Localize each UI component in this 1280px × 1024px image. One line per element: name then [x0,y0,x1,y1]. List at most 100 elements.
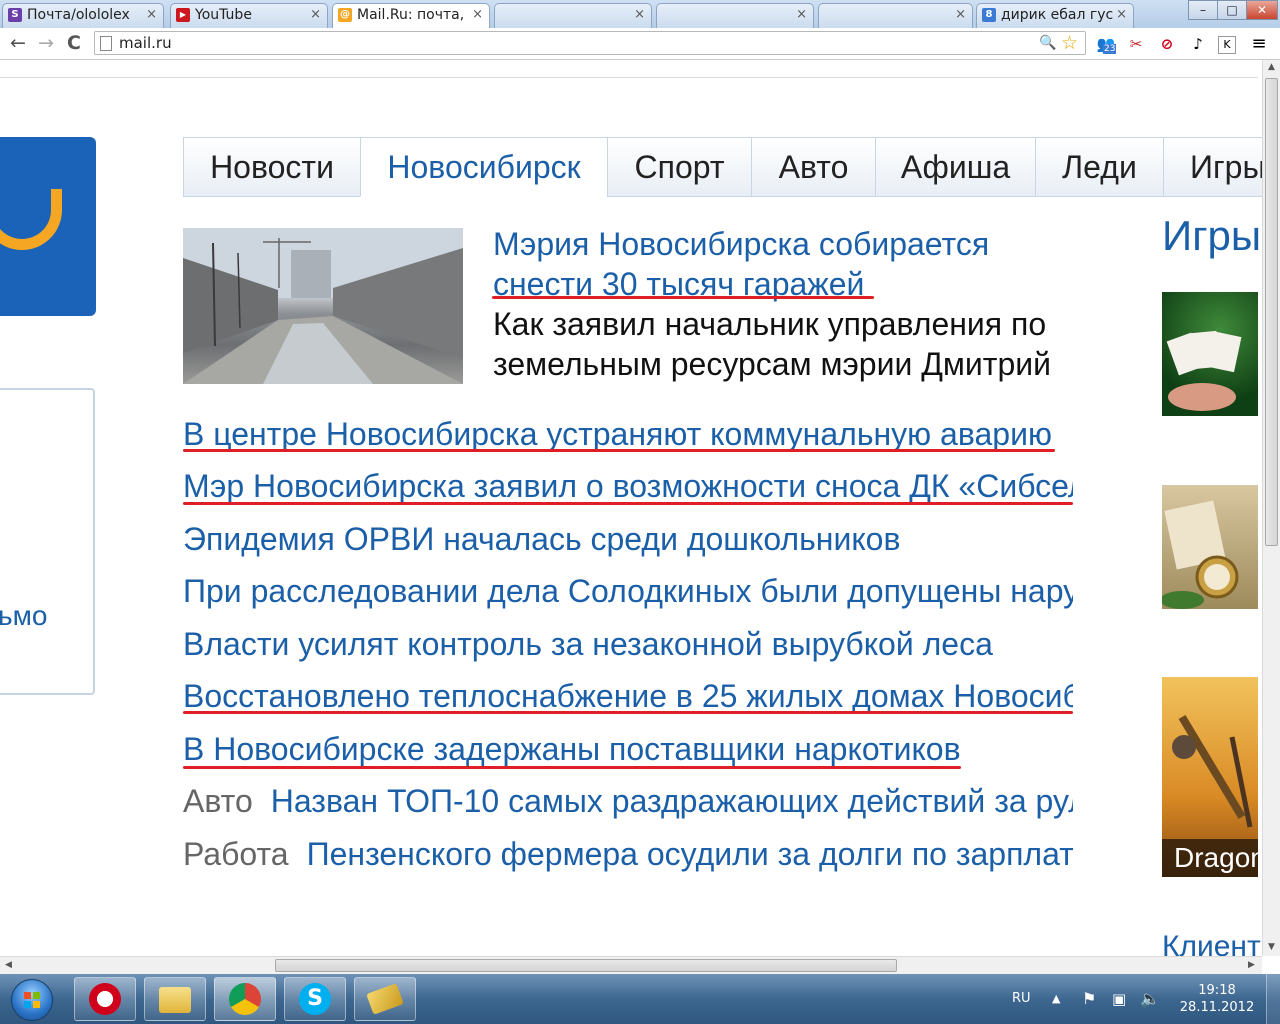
tab-youtube[interactable]: ▶ YouTube × [170,3,328,28]
taskbar-skype[interactable]: S [284,977,346,1021]
tab-close-icon[interactable]: × [472,4,483,26]
extension-opera-icon[interactable]: ⊘ [1156,33,1178,55]
game-thumbnail-cards[interactable] [1162,292,1258,416]
scroll-left-icon[interactable]: ◀ [5,960,12,970]
clock-time: 19:18 [1198,983,1236,998]
client-heading[interactable]: Клиент [1162,930,1261,956]
close-window-button[interactable]: ✕ [1246,0,1278,20]
extension-people-icon[interactable]: 👥 23 [1095,33,1117,55]
tab-afisha[interactable]: Афиша [875,137,1036,197]
volume-icon[interactable]: 🔈 [1140,974,1160,1024]
tab-favicon-icon: 8 [982,8,996,22]
tab-favicon-icon: ▶ [176,8,190,22]
horizontal-scrollbar[interactable]: ◀ ▶ [0,956,1262,974]
address-bar[interactable]: mail.ru 🔍 ☆ [94,31,1086,55]
taskbar-notes[interactable] [354,977,416,1021]
bookmark-star-icon[interactable]: ☆ [1061,32,1078,54]
tab-close-icon[interactable]: × [146,4,157,26]
extension-music-icon[interactable]: ♪ [1187,33,1209,55]
skype-icon: S [299,983,331,1015]
news-item[interactable]: Восстановлено теплоснабжение в 25 жилых … [183,676,1073,716]
game-thumbnail-dragon[interactable]: Dragon [1162,677,1258,877]
minimize-button[interactable]: – [1188,0,1218,20]
chrome-menu-icon[interactable]: ≡ [1248,33,1270,55]
url-text[interactable]: mail.ru [119,34,172,52]
clock-date: 28.11.2012 [1179,1000,1255,1015]
page-icon [100,36,112,51]
news-item[interactable]: Авто Назван ТОП-10 самых раздражающих дей… [183,781,1073,821]
news-item[interactable]: Мэр Новосибирска заявил о возможности сн… [183,466,1073,506]
playing-cards-icon [1166,330,1242,411]
show-desktop-button[interactable] [1266,974,1280,1024]
tab-close-icon[interactable]: × [1116,4,1127,26]
maximize-button[interactable]: □ [1217,0,1247,20]
tab-sport[interactable]: Спорт [607,137,752,197]
tab-novosibirsk[interactable]: Новосибирск [360,137,608,197]
news-item[interactable]: Работа Пензенского фермера осудили за дол… [183,834,1073,874]
tab-close-icon[interactable]: × [634,4,645,26]
vertical-scrollbar[interactable]: ▲ ▼ [1262,60,1280,956]
tab-mailru[interactable]: @ Mail.Ru: почта, × [332,3,490,28]
tab-pochta[interactable]: S Почта/olololex × [2,3,164,28]
scroll-up-icon[interactable]: ▲ [1268,62,1275,72]
red-underline-mark [183,766,961,769]
games-heading[interactable]: Игры [1162,212,1261,260]
start-button[interactable] [11,979,53,1021]
taskbar-opera[interactable] [74,977,136,1021]
news-item[interactable]: В Новосибирске задержаны поставщики нарк… [183,729,1073,769]
forward-button[interactable]: → [34,31,58,55]
vertical-scroll-thumb[interactable] [1265,78,1278,546]
zoom-icon[interactable]: 🔍 [1039,32,1056,54]
windows-logo-icon [24,992,40,1008]
tab-favicon-icon: S [8,8,22,22]
tab-blank-3[interactable]: × [818,3,973,28]
tab-blank-2[interactable]: × [656,3,814,28]
lead-text-line: земельным ресурсам мэрии Дмитрий [493,346,1051,382]
news-title: Восстановлено теплоснабжение в 25 жилых … [183,678,1073,714]
chrome-icon [229,983,261,1015]
browser-toolbar: ← → C mail.ru 🔍 ☆ 👥 23 ✂ ⊘ ♪ K ≡ [0,28,1280,60]
lead-news-photo[interactable] [183,228,463,384]
tab-close-icon[interactable]: × [796,4,807,26]
system-clock[interactable]: 19:18 28.11.2012 [1172,982,1262,1016]
news-tabs: Новости Новосибирск Спорт Авто Афиша Лед… [183,137,1262,197]
taskbar-explorer[interactable] [144,977,206,1021]
tab-close-icon[interactable]: × [310,4,321,26]
tab-title: YouTube [195,7,252,23]
flag-icon[interactable]: ⚑ [1082,974,1096,1024]
news-item[interactable]: При расследовании дела Солодкиных были д… [183,571,1073,611]
garages-photo-icon [183,228,463,384]
extension-k-icon[interactable]: K [1218,36,1236,54]
lead-news-title[interactable]: Мэрия Новосибирска собирается снести 30 … [493,224,1083,304]
tray-expand-icon[interactable]: ▲ [1052,974,1060,1024]
mailru-logo[interactable] [0,137,96,316]
network-icon[interactable]: ▣ [1112,974,1126,1024]
folder-icon [159,987,191,1013]
tab-ledi[interactable]: Леди [1035,137,1164,197]
tab-title: Mail.Ru: почта, [357,7,465,23]
tab-news[interactable]: Новости [183,137,361,197]
reload-button[interactable]: C [62,31,86,55]
game-thumbnail-solitaire[interactable] [1162,485,1258,609]
tab-auto[interactable]: Авто [751,137,876,197]
scroll-down-icon[interactable]: ▼ [1268,942,1275,952]
tab-search-4[interactable]: 8 дирик ебал гус × [976,3,1134,28]
taskbar-chrome[interactable] [214,977,276,1021]
horizontal-scroll-thumb[interactable] [275,959,897,972]
news-item[interactable]: Власти усилят контроль за незаконной выр… [183,624,1073,664]
extension-scissors-icon[interactable]: ✂ [1125,33,1147,55]
red-underline-mark [183,449,1055,452]
opera-icon [89,983,121,1015]
news-item[interactable]: Эпидемия ОРВИ началась среди дошкольнико… [183,519,1073,559]
news-category[interactable]: Авто [183,783,253,819]
tab-close-icon[interactable]: × [955,4,966,26]
news-category[interactable]: Работа [183,836,289,872]
tab-title: Почта/olololex [27,7,130,23]
language-indicator[interactable]: RU [1012,974,1031,1024]
news-item[interactable]: В центре Новосибирска устраняют коммунал… [183,414,1073,454]
back-button[interactable]: ← [6,31,30,55]
tab-games[interactable]: Игры [1163,137,1262,197]
tab-blank-1[interactable]: × [494,3,652,28]
write-letter-link[interactable]: ьмо [0,600,47,632]
scroll-right-icon[interactable]: ▶ [1248,960,1255,970]
